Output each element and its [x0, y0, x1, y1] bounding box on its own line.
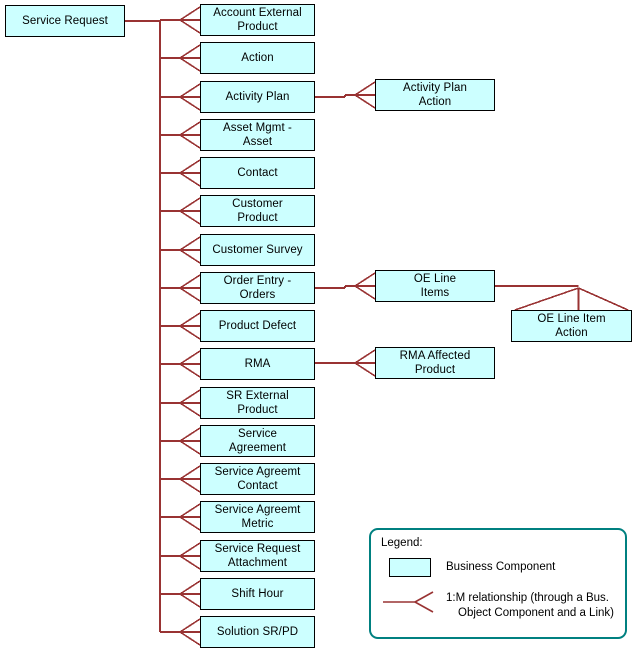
- node-label: Shift Hour: [231, 588, 284, 600]
- node-asset-mgmt-asset[interactable]: Asset Mgmt - Asset: [200, 119, 315, 151]
- node-customer-product[interactable]: Customer Product: [200, 195, 315, 227]
- node-oe-line-items[interactable]: OE Line Items: [375, 270, 495, 302]
- node-label: Contact: [237, 167, 278, 179]
- legend-relationship-line2: Object Component and a Link): [458, 607, 614, 619]
- node-label: Service Agreemt Contact: [214, 466, 301, 492]
- node-service-agreemt-contact[interactable]: Service Agreemt Contact: [200, 463, 315, 495]
- node-label: Service Agreemt Metric: [214, 504, 301, 530]
- node-rma-affected-product[interactable]: RMA Affected Product: [375, 347, 495, 379]
- node-rma[interactable]: RMA: [200, 348, 315, 380]
- node-label: Account External Product: [213, 7, 302, 33]
- node-label: Activity Plan: [225, 91, 290, 103]
- node-activity-plan-action[interactable]: Activity Plan Action: [375, 79, 495, 111]
- legend-title: Legend:: [381, 537, 423, 549]
- node-label: Asset Mgmt - Asset: [223, 122, 292, 148]
- node-label: Service Request Attachment: [214, 543, 301, 569]
- node-label: Activity Plan Action: [403, 82, 467, 108]
- node-action[interactable]: Action: [200, 42, 315, 74]
- node-label: Solution SR/PD: [216, 626, 299, 638]
- node-label: Customer Survey: [212, 244, 303, 256]
- node-label: RMA Affected Product: [399, 350, 471, 376]
- node-label: Customer Product: [232, 198, 283, 224]
- diagram-canvas: Service Request Account External Product A…: [0, 0, 633, 651]
- node-customer-survey[interactable]: Customer Survey: [200, 234, 315, 266]
- node-shift-hour[interactable]: Shift Hour: [200, 578, 315, 610]
- node-account-external-product[interactable]: Account External Product: [200, 4, 315, 36]
- node-label: RMA: [244, 358, 271, 370]
- node-solution-sr-pd[interactable]: Solution SR/PD: [200, 616, 315, 648]
- legend-relationship-icon: [383, 591, 434, 613]
- node-label: Service Request: [22, 15, 108, 27]
- node-label: Action: [241, 52, 274, 64]
- legend-relationship-label: 1:M relationship (through a Bus. Object …: [446, 591, 621, 621]
- legend-business-component-swatch: [389, 558, 431, 577]
- legend-business-component-label: Business Component: [446, 561, 556, 573]
- legend-relationship-line1: 1:M relationship (through a Bus.: [446, 592, 610, 604]
- node-label: Service Agreement: [228, 428, 287, 454]
- legend-panel: Legend: Business Component 1:M relations…: [369, 528, 627, 639]
- node-order-entry-orders[interactable]: Order Entry - Orders: [200, 272, 315, 304]
- node-product-defect[interactable]: Product Defect: [200, 310, 315, 342]
- node-label: Product Defect: [218, 320, 297, 332]
- node-service-request[interactable]: Service Request: [5, 5, 125, 37]
- node-contact[interactable]: Contact: [200, 157, 315, 189]
- node-label: Order Entry - Orders: [223, 275, 292, 301]
- node-activity-plan[interactable]: Activity Plan: [200, 81, 315, 113]
- node-service-agreement[interactable]: Service Agreement: [200, 425, 315, 457]
- node-oe-line-item-action[interactable]: OE Line Item Action: [511, 310, 632, 342]
- node-label: OE Line Items: [413, 273, 457, 299]
- node-service-agreemt-metric[interactable]: Service Agreemt Metric: [200, 501, 315, 533]
- node-label: OE Line Item Action: [537, 313, 606, 339]
- node-service-request-attachment[interactable]: Service Request Attachment: [200, 540, 315, 572]
- node-label: SR External Product: [226, 390, 289, 416]
- node-sr-external-product[interactable]: SR External Product: [200, 387, 315, 419]
